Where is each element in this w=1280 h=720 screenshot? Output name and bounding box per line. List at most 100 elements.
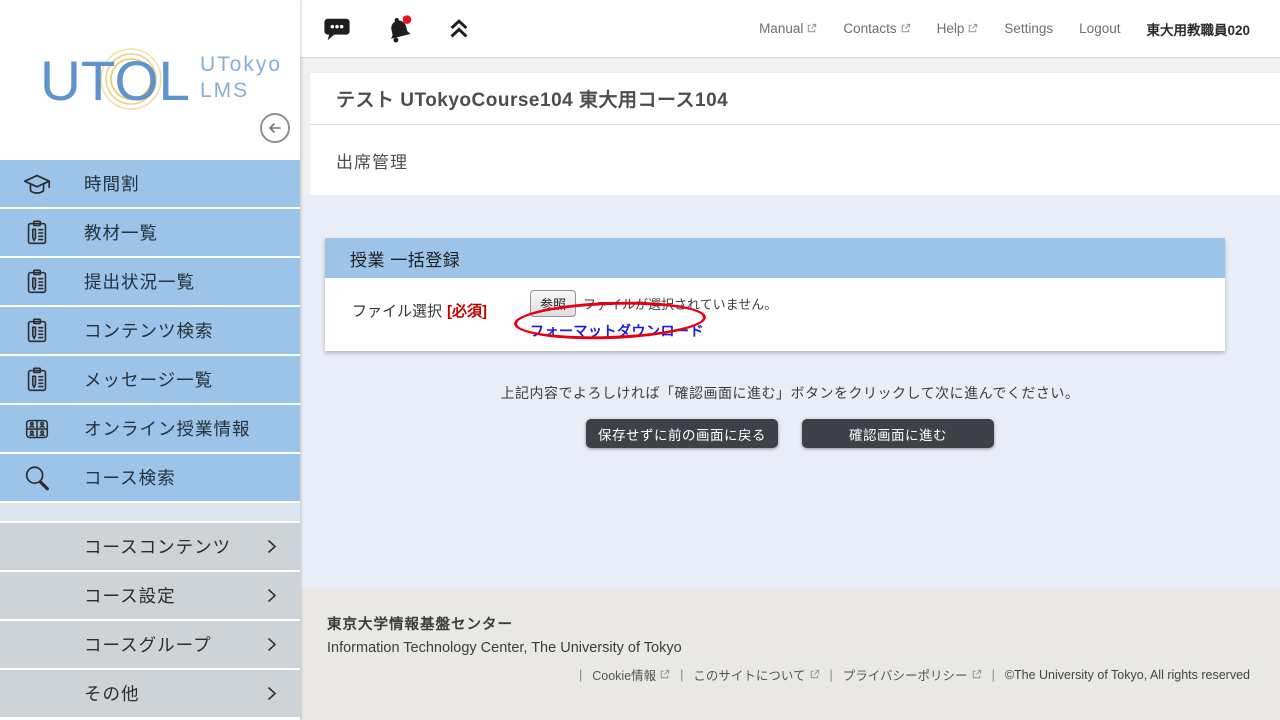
- panel-body: ファイル選択 [必須] 参照 ファイルが選択されていません。 フォーマットダウン…: [325, 278, 1225, 351]
- cookie-info-link[interactable]: Cookie情報: [592, 665, 670, 684]
- clipboard-icon: [22, 218, 52, 248]
- collapse-sidebar-button[interactable]: [260, 113, 290, 143]
- file-select-label: ファイル選択: [352, 300, 442, 321]
- page-title: 出席管理: [336, 148, 408, 173]
- sidebar-item-label: オンライン授業情報: [84, 416, 251, 441]
- help-link-label: Help: [937, 21, 965, 36]
- sidebar-item-label: メッセージ一覧: [84, 367, 213, 392]
- course-title: テスト UTokyoCourse104 東大用コース104: [336, 85, 728, 112]
- external-link-icon: [900, 23, 911, 34]
- back-without-save-button[interactable]: 保存せずに前の画面に戻る: [586, 419, 778, 448]
- topbar-gap: [300, 58, 1280, 73]
- separator: |: [680, 668, 683, 682]
- bell-icon: [382, 12, 416, 46]
- chevron-right-icon: [266, 636, 278, 653]
- proceed-to-confirm-button[interactable]: 確認画面に進む: [802, 419, 994, 448]
- speech-bubble-icon: [322, 15, 352, 43]
- main-area: Manual Contacts Help: [300, 0, 1280, 720]
- panel-header: 授業 一括登録: [325, 238, 1225, 278]
- sidebar-item-content-search[interactable]: コンテンツ検索: [0, 307, 300, 354]
- sidebar-item-online-class[interactable]: オンライン授業情報: [0, 405, 300, 452]
- notification-dot: [403, 15, 412, 24]
- separator: |: [992, 668, 995, 682]
- page-header: テスト UTokyoCourse104 東大用コース104 出席管理: [310, 73, 1280, 195]
- sidebar-item-course-settings[interactable]: コース設定: [0, 572, 300, 619]
- contacts-link[interactable]: Contacts: [843, 21, 910, 36]
- clipboard-icon: [22, 316, 52, 346]
- help-link[interactable]: Help: [937, 21, 979, 36]
- sidebar-item-course-group[interactable]: コースグループ: [0, 621, 300, 668]
- sidebar-item-course-search[interactable]: コース検索: [0, 454, 300, 501]
- footer: 東京大学情報基盤センター Information Technology Cent…: [300, 588, 1280, 720]
- sidebar-item-label: コース検索: [84, 465, 176, 490]
- chevron-right-icon: [266, 587, 278, 604]
- clipboard-icon: [22, 267, 52, 297]
- no-file-selected-text: ファイルが選択されていません。: [583, 294, 777, 313]
- privacy-policy-link[interactable]: プライバシーポリシー: [843, 665, 982, 684]
- footer-org-jp: 東京大学情報基盤センター: [327, 613, 1250, 634]
- sidebar-item-label: 提出状況一覧: [84, 269, 195, 294]
- footer-org-en: Information Technology Center, The Unive…: [327, 640, 1250, 656]
- sidebar-item-label: コース設定: [84, 583, 176, 608]
- utol-logo[interactable]: UTOL UTokyo LMS: [36, 42, 300, 114]
- chevron-right-icon: [266, 685, 278, 702]
- required-badge: [必須]: [447, 300, 487, 321]
- messages-button[interactable]: [322, 15, 352, 43]
- sidebar-item-label: コースグループ: [84, 632, 212, 657]
- logout-link-label: Logout: [1079, 21, 1120, 36]
- search-icon: [22, 463, 52, 493]
- about-site-link-label: このサイトについて: [693, 665, 805, 684]
- settings-link[interactable]: Settings: [1004, 21, 1053, 36]
- online-class-icon: [22, 414, 52, 444]
- logo-area: UTOL UTokyo LMS: [0, 0, 300, 160]
- action-buttons: 保存せずに前の画面に戻る 確認画面に進む: [300, 419, 1280, 448]
- file-select-cell: 参照 ファイルが選択されていません。 フォーマットダウンロード: [530, 290, 777, 341]
- course-title-block: テスト UTokyoCourse104 東大用コース104: [310, 73, 1280, 125]
- bulk-register-panel: 授業 一括登録 ファイル選択 [必須] 参照 ファイルが選択されていません。 フ…: [325, 238, 1225, 351]
- instruction-text: 上記内容でよろしければ「確認画面に進む」ボタンをクリックして次に進んでください。: [300, 383, 1280, 403]
- topbar-links: Manual Contacts Help: [733, 19, 1250, 39]
- settings-link-label: Settings: [1004, 21, 1053, 36]
- utol-logo-icon: UTOL: [36, 42, 194, 114]
- file-input: 参照 ファイルが選択されていません。: [530, 290, 777, 317]
- double-chevron-up-icon: [446, 16, 472, 42]
- sidebar-item-label: コースコンテンツ: [84, 534, 231, 559]
- sidebar-item-label: 教材一覧: [84, 220, 158, 245]
- logout-link[interactable]: Logout: [1079, 21, 1120, 36]
- external-link-icon: [809, 669, 820, 680]
- contacts-link-label: Contacts: [843, 21, 896, 36]
- manual-link-label: Manual: [759, 21, 803, 36]
- svg-text:UTOL: UTOL: [40, 49, 190, 112]
- content-area: 授業 一括登録 ファイル選択 [必須] 参照 ファイルが選択されていません。 フ…: [300, 195, 1280, 588]
- sidebar: UTOL UTokyo LMS 時間割: [0, 0, 300, 720]
- topbar-icons: [322, 12, 472, 46]
- browse-button[interactable]: 参照: [530, 290, 576, 317]
- cookie-info-link-label: Cookie情報: [592, 665, 656, 684]
- panel-title: 授業 一括登録: [350, 246, 460, 271]
- copyright-text: ©The University of Tokyo, All rights res…: [1005, 668, 1250, 682]
- sidebar-item-course-contents[interactable]: コースコンテンツ: [0, 523, 300, 570]
- external-link-icon: [971, 669, 982, 680]
- format-download-link[interactable]: フォーマットダウンロード: [530, 321, 704, 341]
- sidebar-item-messages[interactable]: メッセージ一覧: [0, 356, 300, 403]
- about-site-link[interactable]: このサイトについて: [693, 665, 819, 684]
- file-select-label-cell: ファイル選択 [必須]: [352, 290, 530, 330]
- sidebar-item-materials[interactable]: 教材一覧: [0, 209, 300, 256]
- sidebar-item-timetable[interactable]: 時間割: [0, 160, 300, 207]
- graduation-cap-icon: [22, 169, 52, 199]
- sidebar-item-submissions[interactable]: 提出状況一覧: [0, 258, 300, 305]
- external-link-icon: [967, 23, 978, 34]
- arrow-left-icon: [266, 119, 284, 137]
- logo-subtitle: UTokyo LMS: [200, 52, 282, 104]
- sidebar-item-others[interactable]: その他: [0, 670, 300, 717]
- section-title-block: 出席管理: [310, 125, 1280, 195]
- username[interactable]: 東大用教職員020: [1146, 19, 1250, 39]
- sidebar-item-label: コンテンツ検索: [84, 318, 214, 343]
- notifications-button[interactable]: [382, 12, 416, 46]
- manual-link[interactable]: Manual: [759, 21, 817, 36]
- collapse-topbar-button[interactable]: [446, 16, 472, 42]
- sidebar-spacer: [0, 503, 300, 521]
- app-window: UTOL UTokyo LMS 時間割: [0, 0, 1280, 720]
- clipboard-icon: [22, 365, 52, 395]
- separator: |: [830, 668, 833, 682]
